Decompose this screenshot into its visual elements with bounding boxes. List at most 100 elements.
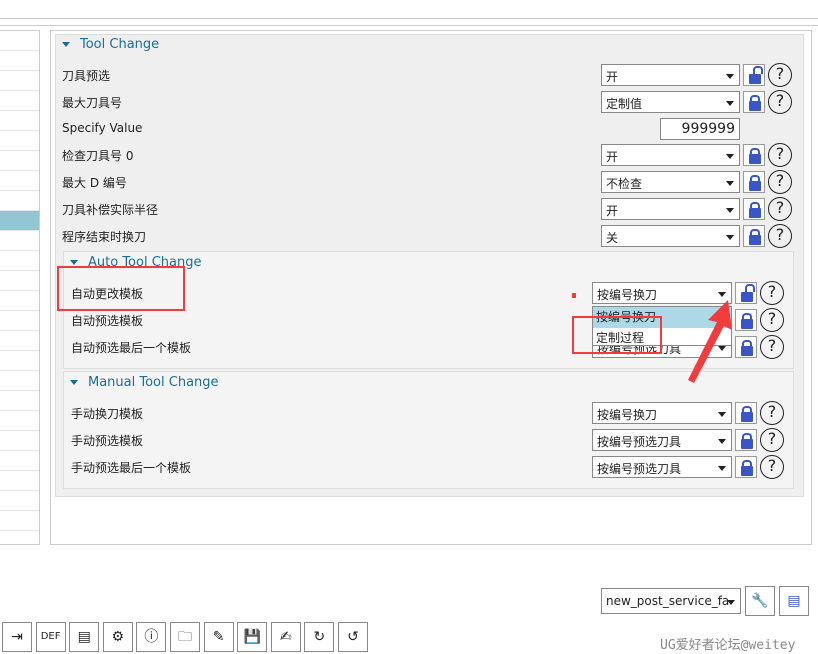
tree-item[interactable] [0,171,39,191]
edit-file-icon[interactable]: ✎ [203,622,234,652]
chevron-down-icon [726,74,734,79]
option-select[interactable]: 关 [601,225,740,247]
option-select[interactable]: 定制值 [601,91,740,113]
chevron-down-icon [726,235,734,240]
tool-change-header[interactable]: Tool Change [62,37,159,52]
divider [0,25,818,26]
chevron-down-icon [718,412,726,417]
specify-value-input[interactable]: 999999 [660,118,740,140]
watermark: UG爱好者论坛@weitey [660,638,796,653]
info-icon[interactable]: ⓘ [136,622,167,652]
tree-item[interactable] [0,131,39,151]
annotation-arrow [688,300,732,383]
lock-icon[interactable] [743,198,765,220]
tree-item[interactable] [0,151,39,171]
annotation-dot [572,293,576,298]
field-label: 最大刀具号 [62,96,123,110]
tree-item[interactable] [0,211,39,231]
tree-item[interactable] [0,511,39,531]
lock-icon[interactable] [735,402,757,424]
save-icon[interactable]: 💾 [237,622,268,652]
tree-item[interactable] [0,51,39,71]
help-icon[interactable]: ? [768,63,792,87]
chevron-down-icon [726,181,734,186]
tree-item[interactable] [0,111,39,131]
tree-item[interactable] [0,271,39,291]
help-icon[interactable]: ? [768,90,792,114]
help-icon[interactable]: ? [768,197,792,221]
option-select[interactable]: 开 [601,198,740,220]
field-label: 最大 D 编号 [62,176,127,190]
option-select[interactable]: 开 [601,64,740,86]
chevron-down-icon [726,154,734,159]
field-label: 刀具预选 [62,69,111,83]
tree-item[interactable] [0,371,39,391]
save-as-icon[interactable]: ✍ [270,622,301,652]
tree-item[interactable] [0,251,39,271]
lock-icon[interactable] [735,456,757,478]
exit-icon[interactable]: ⇥ [2,622,32,652]
tree-item[interactable] [0,91,39,111]
field-label: 程序结束时换刀 [62,230,147,244]
lock-icon[interactable] [743,91,765,113]
field-label: 手动换刀模板 [71,407,144,421]
chevron-down-icon [718,439,726,444]
left-tree-panel[interactable] [0,30,40,545]
edit-icon[interactable]: ▤ [69,622,100,652]
help-icon[interactable]: ? [760,401,784,425]
chevron-down-icon [726,101,734,106]
def-file-icon[interactable]: DEF [35,622,66,652]
tree-item[interactable] [0,311,39,331]
help-icon[interactable]: ? [760,281,784,305]
option-select[interactable]: 按编号预选刀具 [592,429,732,451]
divider [0,18,818,19]
post-select[interactable]: new_post_service_fa [601,588,741,614]
option-select[interactable]: 开 [601,144,740,166]
refresh-icon[interactable]: ↻ [304,622,335,652]
tree-item[interactable] [0,471,39,491]
wrench-icon[interactable]: 🔧 [745,586,775,616]
collapse-icon [70,260,78,265]
tree-item[interactable] [0,431,39,451]
tree-item[interactable] [0,451,39,471]
open-folder-icon[interactable]: 🗀 [170,622,200,652]
tree-item[interactable] [0,71,39,91]
option-select[interactable]: 按编号预选刀具 [592,456,732,478]
lock-book-icon[interactable]: ▤ [779,586,809,616]
option-select[interactable]: 按编号换刀 [592,402,732,424]
field-label: 自动预选最后一个模板 [71,341,192,355]
field-label: 刀具补偿实际半径 [62,203,159,217]
lock-icon[interactable] [743,171,765,193]
tree-item[interactable] [0,31,39,51]
tree-item[interactable] [0,411,39,431]
annotation-box [57,266,185,311]
tree-item[interactable] [0,331,39,351]
help-icon[interactable]: ? [760,455,784,479]
help-icon[interactable]: ? [760,428,784,452]
settings-icon[interactable]: ⚙ [102,622,133,652]
field-label: Specify Value [62,121,143,135]
manual-tool-change-header[interactable]: Manual Tool Change [70,375,219,390]
tree-item[interactable] [0,231,39,251]
option-select[interactable]: 不检查 [601,171,740,193]
undo-icon[interactable]: ↺ [338,622,368,652]
tree-item[interactable] [0,491,39,511]
help-icon[interactable]: ? [768,224,792,248]
lock-icon[interactable] [743,144,765,166]
chevron-down-icon [718,466,726,471]
lock-icon[interactable] [743,225,765,247]
tree-item[interactable] [0,391,39,411]
help-icon[interactable]: ? [760,335,784,359]
field-label: 检查刀具号 0 [62,149,134,163]
unlock-icon[interactable] [743,64,765,86]
lock-icon[interactable] [735,429,757,451]
tree-item[interactable] [0,351,39,371]
tree-item[interactable] [0,291,39,311]
tree-item[interactable] [0,191,39,211]
field-label: 自动预选模板 [71,314,144,328]
help-icon[interactable]: ? [760,308,784,332]
annotation-box [572,316,662,354]
collapse-icon [62,42,70,47]
help-icon[interactable]: ? [768,143,792,167]
help-icon[interactable]: ? [768,170,792,194]
